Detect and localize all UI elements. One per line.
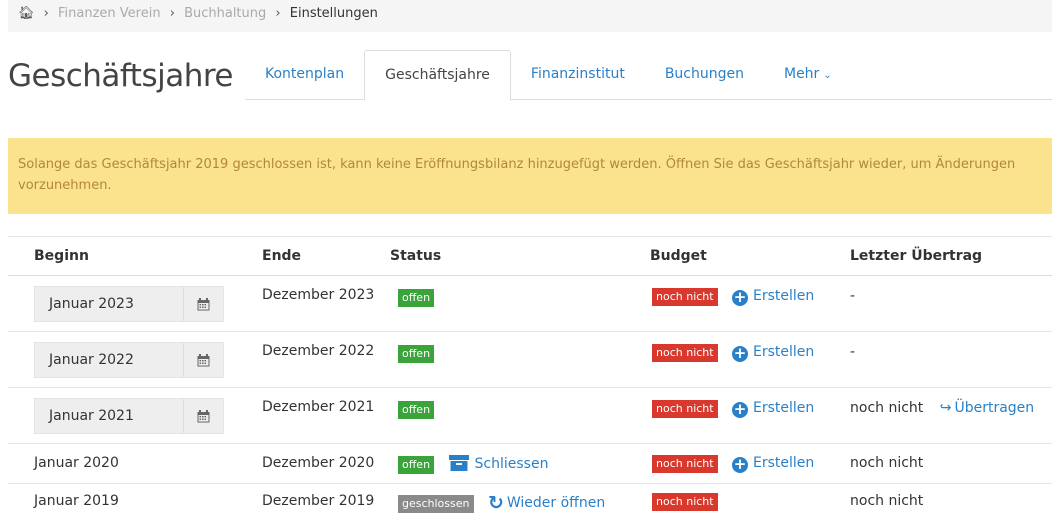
breadcrumb-separator: › — [275, 6, 281, 21]
ende-value: Dezember 2022 — [262, 343, 375, 359]
budget-badge: noch nicht — [652, 344, 718, 362]
refresh-icon: ↻ — [487, 492, 504, 514]
breadcrumb: 🏠︎ › Finanzen Verein › Buchhaltung › Ein… — [8, 0, 1052, 32]
tab-bar: Kontenplan Geschäftsjahre Finanzinstitut… — [245, 50, 1052, 101]
status-badge: offen — [398, 401, 435, 419]
tab-kontenplan[interactable]: Kontenplan — [245, 50, 364, 100]
plus-circle-icon: + — [732, 400, 749, 418]
table-row: Januar 2020 Dezember 2020 offen Schliess… — [8, 444, 1052, 484]
header-letzter-uebertrag: Letzter Übertrag — [850, 248, 983, 264]
beginn-date-input[interactable]: Januar 2021 — [34, 398, 224, 434]
beginn-date-value: Januar 2021 — [49, 408, 134, 424]
breadcrumb-separator: › — [169, 6, 175, 21]
page-title: Geschäftsjahre — [8, 58, 234, 94]
table-row: Januar 2021 Dezember 2021 offen noch nic… — [8, 388, 1052, 444]
create-budget-button[interactable]: + Erstellen — [732, 288, 815, 306]
plus-circle-icon: + — [732, 455, 749, 473]
home-icon[interactable]: 🏠︎ — [18, 6, 35, 21]
create-budget-label: Erstellen — [753, 344, 815, 360]
status-badge: offen — [398, 289, 435, 307]
budget-badge: noch nicht — [652, 400, 718, 418]
uebertrag-value: - — [850, 288, 856, 304]
ende-value: Dezember 2023 — [262, 287, 375, 303]
uebertrag-value: - — [850, 344, 856, 360]
status-badge: geschlossen — [398, 495, 474, 513]
tab-buchungen[interactable]: Buchungen — [645, 50, 764, 100]
beginn-date-value: Januar 2022 — [49, 352, 134, 368]
beginn-date-input[interactable]: Januar 2023 — [34, 286, 224, 322]
table-row: Januar 2023 Dezember 2023 offen noch nic… — [8, 276, 1052, 332]
header-beginn: Beginn — [34, 248, 89, 264]
table-row: Januar 2019 Dezember 2019 geschlossen ↻ W… — [8, 484, 1052, 520]
plus-circle-icon: + — [732, 344, 749, 362]
close-year-button[interactable]: Schliessen — [448, 455, 549, 475]
warning-alert: Solange das Geschäftsjahr 2019 geschloss… — [8, 138, 1052, 214]
create-budget-label: Erstellen — [753, 455, 815, 471]
status-badge: offen — [398, 456, 435, 474]
tab-geschaeftsjahre[interactable]: Geschäftsjahre — [364, 50, 511, 101]
header-budget: Budget — [650, 248, 707, 264]
create-budget-button[interactable]: + Erstellen — [732, 400, 815, 418]
ende-value: Dezember 2019 — [262, 493, 375, 509]
calendar-icon[interactable] — [183, 287, 223, 321]
beginn-value: Januar 2019 — [34, 493, 119, 509]
breadcrumb-separator: › — [43, 6, 49, 21]
uebertrag-value: noch nicht — [850, 400, 924, 416]
archive-icon — [448, 455, 469, 475]
breadcrumb-current: Einstellungen — [289, 6, 378, 21]
uebertrag-value: noch nicht — [850, 455, 924, 471]
breadcrumb-item-buchhaltung[interactable]: Buchhaltung — [184, 6, 266, 21]
status-badge: offen — [398, 345, 435, 363]
header-status: Status — [390, 248, 442, 264]
ende-value: Dezember 2021 — [262, 399, 375, 415]
beginn-value: Januar 2020 — [34, 455, 119, 471]
share-icon: ↪ — [939, 400, 952, 416]
transfer-button[interactable]: ↪ Übertragen — [940, 400, 1034, 416]
plus-circle-icon: + — [732, 288, 749, 306]
table-row: Januar 2022 Dezember 2022 offen noch nic… — [8, 332, 1052, 388]
beginn-date-value: Januar 2023 — [49, 296, 134, 312]
fiscal-years-table: Beginn Ende Status Budget Letzter Übertr… — [8, 236, 1052, 520]
reopen-year-label: Wieder öffnen — [506, 495, 606, 511]
close-year-label: Schliessen — [474, 456, 549, 472]
create-budget-label: Erstellen — [753, 288, 815, 304]
ende-value: Dezember 2020 — [262, 455, 375, 471]
beginn-date-input[interactable]: Januar 2022 — [34, 342, 224, 378]
create-budget-button[interactable]: + Erstellen — [732, 455, 815, 473]
create-budget-label: Erstellen — [753, 400, 815, 416]
create-budget-button[interactable]: + Erstellen — [732, 344, 815, 362]
budget-badge: noch nicht — [652, 288, 718, 306]
uebertrag-value: noch nicht — [850, 493, 924, 509]
tab-mehr[interactable]: Mehr ⌄ — [764, 50, 852, 100]
chevron-down-icon: ⌄ — [823, 70, 832, 81]
budget-badge: noch nicht — [652, 493, 718, 511]
breadcrumb-item-finanzen-verein[interactable]: Finanzen Verein — [58, 6, 161, 21]
calendar-icon[interactable] — [183, 399, 223, 433]
header-ende: Ende — [262, 248, 302, 264]
reopen-year-button[interactable]: ↻ Wieder öffnen — [487, 492, 606, 514]
tab-finanzinstitut[interactable]: Finanzinstitut — [511, 50, 645, 100]
tab-mehr-label: Mehr — [783, 66, 820, 82]
budget-badge: noch nicht — [652, 455, 718, 473]
calendar-icon[interactable] — [183, 343, 223, 377]
transfer-label: Übertragen — [954, 400, 1035, 416]
table-header: Beginn Ende Status Budget Letzter Übertr… — [8, 236, 1052, 276]
